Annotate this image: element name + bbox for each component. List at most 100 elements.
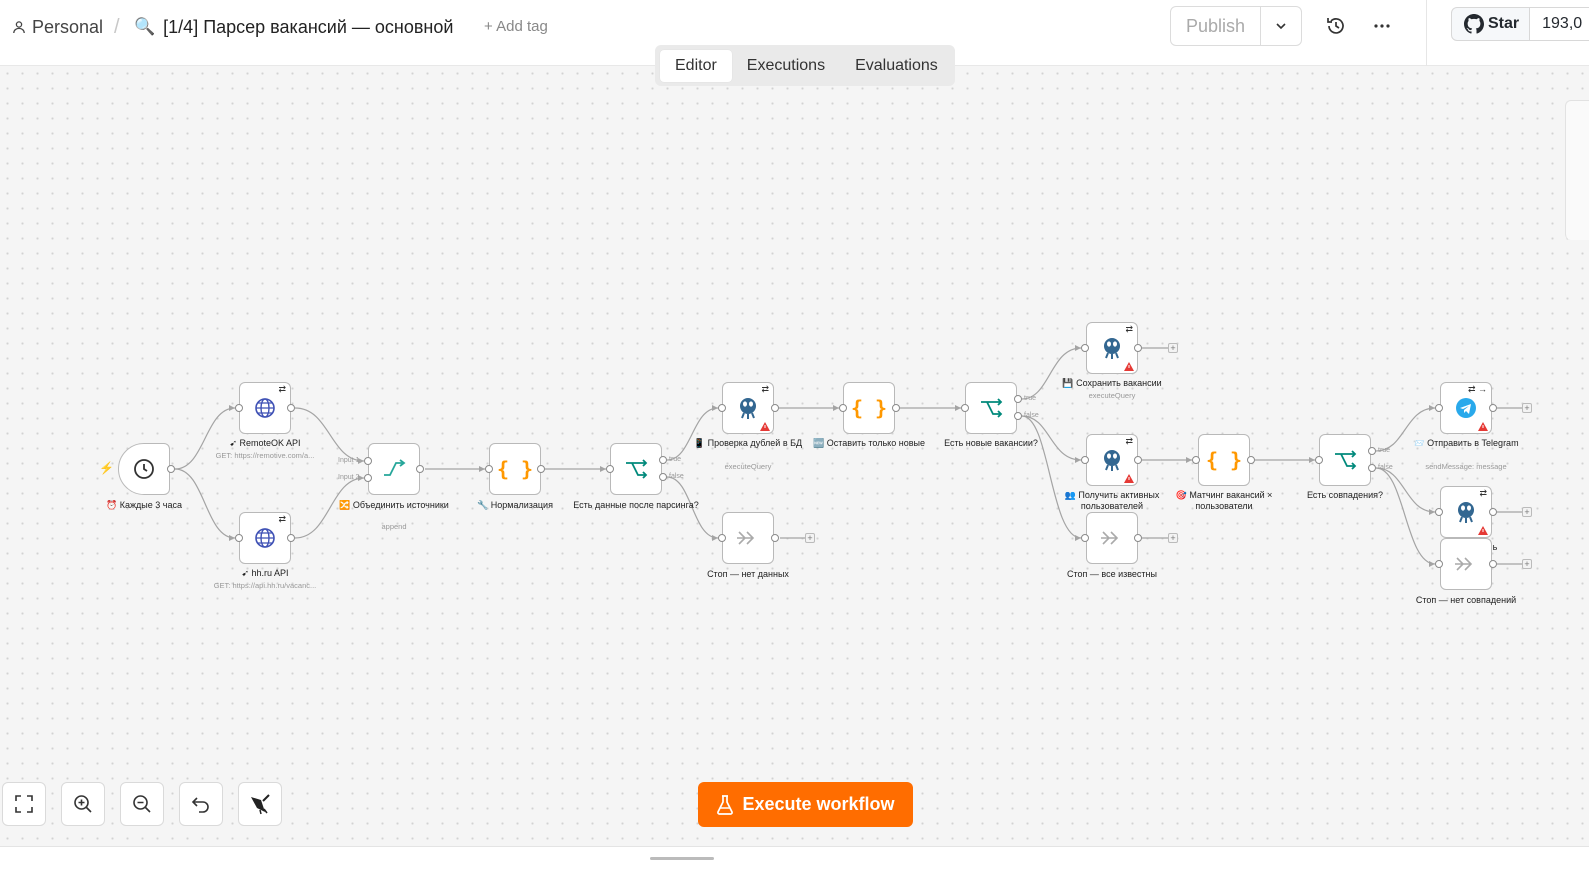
postgres-icon	[737, 396, 759, 420]
output-port[interactable]	[537, 465, 545, 473]
add-node-button[interactable]: +	[1522, 559, 1532, 569]
node-merge-sources[interactable]	[368, 443, 420, 495]
output-port[interactable]	[416, 465, 424, 473]
node-save-vacancies[interactable]: ⇄	[1086, 322, 1138, 374]
output-port-true[interactable]	[659, 456, 667, 464]
right-side-panel-edge[interactable]	[1565, 100, 1589, 240]
node-stop-no-matches[interactable]	[1440, 538, 1492, 590]
node-check-duplicates[interactable]: ⇄	[722, 382, 774, 434]
output-port[interactable]	[771, 404, 779, 412]
publish-options-button[interactable]	[1261, 7, 1301, 45]
breadcrumb-separator: /	[114, 15, 120, 38]
breadcrumb-project[interactable]: Personal	[12, 16, 103, 38]
add-node-button[interactable]: +	[1168, 533, 1178, 543]
node-keep-new[interactable]: { }	[843, 382, 895, 434]
input-port-1[interactable]	[364, 457, 372, 465]
refresh-arrow-icon: ⇄ →	[1467, 384, 1487, 394]
input-port[interactable]	[839, 404, 847, 412]
output-port[interactable]	[1247, 456, 1255, 464]
warning-icon	[1124, 362, 1134, 371]
output-port[interactable]	[287, 404, 295, 412]
code-icon: { }	[850, 396, 888, 420]
github-star-button[interactable]: Star	[1452, 8, 1531, 40]
output-port[interactable]	[1489, 404, 1497, 412]
node-normalize[interactable]: { }	[489, 443, 541, 495]
github-star-widget[interactable]: Star 193,0	[1451, 7, 1589, 41]
reset-zoom-button[interactable]	[179, 782, 223, 826]
node-stop-no-data[interactable]	[722, 512, 774, 564]
panel-resize-handle[interactable]	[650, 857, 714, 860]
input-port[interactable]	[235, 534, 243, 542]
add-tag-button[interactable]: + Add tag	[484, 18, 548, 35]
output-port[interactable]	[1134, 344, 1142, 352]
output-port-false[interactable]	[1368, 464, 1376, 472]
output-port-true[interactable]	[1368, 447, 1376, 455]
tab-executions[interactable]: Executions	[732, 50, 840, 82]
output-port-true[interactable]	[1014, 395, 1022, 403]
node-schedule[interactable]	[118, 443, 170, 495]
input-port[interactable]	[718, 404, 726, 412]
magnifier-emoji-icon: 🔍	[134, 17, 156, 36]
input-port[interactable]	[1192, 456, 1200, 464]
input-port[interactable]	[1081, 534, 1089, 542]
input-port[interactable]	[485, 465, 493, 473]
output-port-false[interactable]	[1014, 412, 1022, 420]
output-port[interactable]	[287, 534, 295, 542]
input-port[interactable]	[1081, 344, 1089, 352]
node-postgres-last[interactable]: ⇄	[1440, 486, 1492, 538]
input-port-2[interactable]	[364, 474, 372, 482]
input-port[interactable]	[961, 404, 969, 412]
node-matching[interactable]: { }	[1198, 434, 1250, 486]
github-icon	[1464, 14, 1484, 34]
tab-evaluations[interactable]: Evaluations	[840, 50, 953, 82]
add-node-button[interactable]: +	[805, 533, 815, 543]
add-node-button[interactable]: +	[1522, 403, 1532, 413]
telegram-icon	[1455, 397, 1477, 419]
input-port[interactable]	[1315, 456, 1323, 464]
output-port[interactable]	[167, 465, 175, 473]
execute-workflow-button[interactable]: Execute workflow	[698, 782, 913, 827]
tab-editor[interactable]: Editor	[660, 49, 732, 82]
node-label: Стоп — нет данных	[707, 569, 789, 579]
output-port[interactable]	[892, 404, 900, 412]
input-port[interactable]	[718, 534, 726, 542]
publish-button[interactable]: Publish	[1171, 7, 1261, 45]
output-port[interactable]	[1489, 560, 1497, 568]
node-send-telegram[interactable]: ⇄ →	[1440, 382, 1492, 434]
node-hhru-api[interactable]: ⇄	[239, 512, 291, 564]
workflow-title[interactable]: 🔍 [1/4] Парсер вакансий — основной	[134, 16, 453, 38]
input-port[interactable]	[606, 465, 614, 473]
globe-icon	[254, 397, 276, 419]
history-button[interactable]	[1324, 14, 1348, 38]
output-port[interactable]	[1134, 456, 1142, 464]
connection-ifmatch-stop	[1375, 467, 1436, 565]
input-port[interactable]	[1435, 404, 1443, 412]
node-label: 📨 Отправить в Telegram	[1413, 438, 1519, 448]
tidy-up-button[interactable]	[238, 782, 282, 826]
output-port[interactable]	[1489, 508, 1497, 516]
port-label-input2: Input 2	[338, 474, 360, 481]
zoom-in-button[interactable]	[61, 782, 105, 826]
workflow-canvas[interactable]: ⚡ ⏰ Каждые 3 часа ⇄ ➹ RemoteOK API GET: …	[0, 66, 1589, 846]
node-if-has-matches[interactable]	[1319, 434, 1371, 486]
zoom-out-button[interactable]	[120, 782, 164, 826]
node-remoteok-api[interactable]: ⇄	[239, 382, 291, 434]
output-port[interactable]	[1134, 534, 1142, 542]
node-get-active-users[interactable]: ⇄	[1086, 434, 1138, 486]
port-label-false: false	[669, 473, 684, 480]
output-port[interactable]	[771, 534, 779, 542]
input-port[interactable]	[1435, 508, 1443, 516]
node-stop-all-known[interactable]	[1086, 512, 1138, 564]
add-node-button[interactable]: +	[1522, 507, 1532, 517]
input-port[interactable]	[1081, 456, 1089, 464]
zoom-to-fit-button[interactable]	[2, 782, 46, 826]
node-if-new-vacancies[interactable]	[965, 382, 1017, 434]
more-options-button[interactable]	[1370, 14, 1394, 38]
input-port[interactable]	[1435, 560, 1443, 568]
input-port[interactable]	[235, 404, 243, 412]
add-node-button[interactable]: +	[1168, 343, 1178, 353]
node-if-has-data[interactable]	[610, 443, 662, 495]
trigger-bolt-icon: ⚡	[99, 461, 114, 475]
output-port-false[interactable]	[659, 473, 667, 481]
warning-icon	[1478, 422, 1488, 431]
